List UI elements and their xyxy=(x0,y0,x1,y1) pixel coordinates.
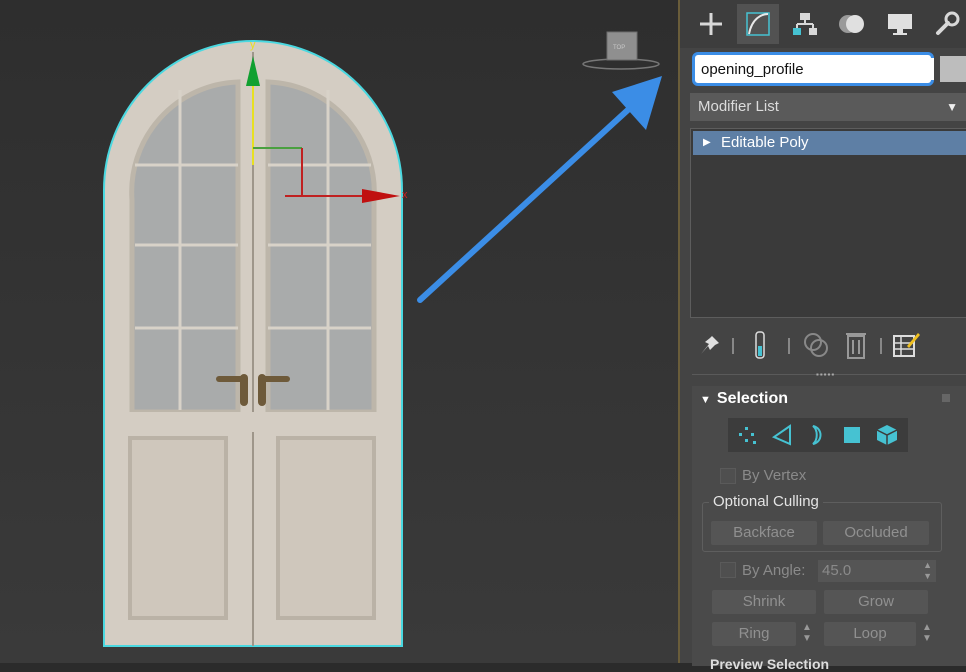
by-vertex-checkbox[interactable] xyxy=(720,468,736,484)
collapse-triangle-icon: ▼ xyxy=(700,394,711,406)
optional-culling-group: Optional Culling Backface Occluded xyxy=(702,493,942,552)
pin-stack-icon[interactable] xyxy=(694,328,726,362)
spinner-arrows-icon[interactable]: ▲ ▼ xyxy=(923,560,932,582)
expand-triangle-icon[interactable]: ▶ xyxy=(703,131,711,155)
right-glass-panel xyxy=(265,79,377,415)
by-angle-value: 45.0 xyxy=(822,562,852,579)
ring-spinner-icon[interactable]: ▲ ▼ xyxy=(802,622,812,644)
make-unique-icon[interactable] xyxy=(800,328,832,362)
configure-sets-icon[interactable] xyxy=(890,328,922,362)
hierarchy-icon xyxy=(793,13,817,35)
viewcube-label: TOP xyxy=(613,45,625,51)
polygon-mode-icon[interactable] xyxy=(835,418,869,452)
plus-icon xyxy=(700,13,722,35)
tab-modify[interactable] xyxy=(737,4,779,44)
left-lower-panel xyxy=(128,436,228,620)
by-angle-label: By Angle: xyxy=(742,562,806,579)
loop-button[interactable]: Loop xyxy=(824,622,916,646)
stack-item-label: Editable Poly xyxy=(721,134,809,151)
element-mode-icon[interactable] xyxy=(870,418,904,452)
rollout-pin-icon[interactable] xyxy=(942,394,950,402)
axis-y-label: y xyxy=(250,39,256,51)
motion-icon xyxy=(839,15,864,33)
annotation-arrow xyxy=(417,76,662,303)
selection-rollout-title: Selection xyxy=(716,390,789,407)
viewcube[interactable]: TOP xyxy=(582,31,660,70)
axis-x-label: x xyxy=(402,189,408,201)
wrench-icon xyxy=(936,11,960,35)
ring-button[interactable]: Ring xyxy=(712,622,796,646)
shrink-button[interactable]: Shrink xyxy=(712,590,816,614)
modifier-list-label: Modifier List xyxy=(698,98,779,115)
grow-button[interactable]: Grow xyxy=(824,590,928,614)
tab-motion[interactable] xyxy=(831,4,873,44)
object-name-input[interactable] xyxy=(698,58,934,80)
by-vertex-label: By Vertex xyxy=(742,467,807,484)
right-lower-panel xyxy=(276,436,376,620)
stack-item-editable-poly[interactable]: ▶ Editable Poly xyxy=(693,131,966,155)
tab-display[interactable] xyxy=(879,4,921,44)
tab-create[interactable] xyxy=(690,4,732,44)
command-panel: Modifier List ▼ ▶ Editable Poly ▪▪▪▪▪ xyxy=(678,0,966,672)
left-glass-panel xyxy=(129,79,241,415)
border-mode-icon[interactable] xyxy=(800,418,834,452)
preview-selection-label: Preview Selection xyxy=(710,656,830,672)
by-angle-checkbox[interactable] xyxy=(720,562,736,578)
display-monitor-icon xyxy=(888,14,912,35)
dropdown-arrow-icon: ▼ xyxy=(946,100,958,114)
remove-modifier-icon[interactable] xyxy=(840,328,872,362)
stack-toolbar xyxy=(692,328,966,364)
vertex-mode-icon[interactable] xyxy=(730,418,764,452)
by-angle-spinner[interactable]: 45.0 ▲ ▼ xyxy=(818,560,936,582)
selection-rollout: ▼ Selection By Vertex Optional Culling B… xyxy=(692,386,966,672)
object-name-box xyxy=(692,52,934,86)
occluded-button[interactable]: Occluded xyxy=(823,521,929,545)
modifier-stack: ▶ Editable Poly xyxy=(690,128,966,318)
command-panel-tabs xyxy=(680,0,966,48)
tab-hierarchy[interactable] xyxy=(784,4,826,44)
modify-curve-icon xyxy=(746,12,770,36)
tab-utilities[interactable] xyxy=(926,4,966,44)
modifier-list-dropdown[interactable]: Modifier List ▼ xyxy=(690,93,966,121)
viewport-perspective[interactable]: y x TOP xyxy=(0,0,678,663)
door-scene: y x TOP xyxy=(103,31,662,647)
selection-rollout-header[interactable]: ▼ Selection xyxy=(700,390,788,408)
show-end-result-icon[interactable] xyxy=(744,328,776,362)
edge-mode-icon[interactable] xyxy=(765,418,799,452)
backface-button[interactable]: Backface xyxy=(711,521,817,545)
subobject-level-bar xyxy=(728,418,908,452)
optional-culling-title: Optional Culling xyxy=(709,493,823,510)
object-color-swatch[interactable] xyxy=(940,56,966,82)
resize-grip-icon[interactable]: ▪▪▪▪▪ xyxy=(816,371,844,379)
loop-spinner-icon[interactable]: ▲ ▼ xyxy=(922,622,932,644)
